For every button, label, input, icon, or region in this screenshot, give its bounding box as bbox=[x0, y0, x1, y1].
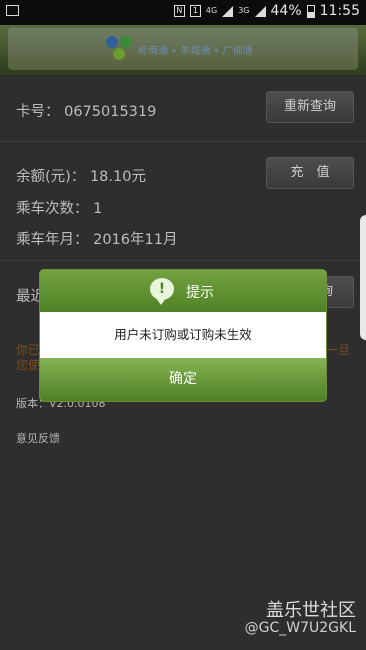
logo: 岭南通 • 羊城通 • 广佛通 bbox=[106, 34, 253, 64]
ok-button[interactable]: 确定 bbox=[40, 358, 326, 401]
feedback-link[interactable]: 意见反馈 bbox=[16, 430, 60, 446]
clock: 11:55 bbox=[319, 3, 360, 19]
signal-icon-2 bbox=[254, 5, 266, 17]
status-bar: N 1 4G 3G 44% 11:55 bbox=[0, 0, 366, 25]
rides-row: 乘车次数： 1 bbox=[16, 197, 102, 218]
app-header: 岭南通 • 羊城通 • 广佛通 bbox=[0, 25, 366, 75]
dialog-title: 提示 bbox=[186, 285, 214, 301]
network-4g-label: 4G bbox=[205, 6, 218, 15]
battery-icon bbox=[306, 4, 315, 18]
alert-dialog: ! 提示 用户未订购或订购未生效 确定 bbox=[40, 270, 326, 401]
rides-value: 1 bbox=[93, 201, 103, 217]
card-number-value: 0675015319 bbox=[64, 104, 157, 120]
month-value: 2016年11月 bbox=[93, 232, 178, 248]
rides-label: 乘车次数： bbox=[16, 201, 89, 217]
notice-text-2: 您使 bbox=[16, 358, 41, 372]
gallery-icon bbox=[6, 5, 19, 16]
balance-row: 余额(元)： 18.10元 bbox=[16, 165, 146, 186]
dialog-message: 用户未订购或订购未生效 bbox=[114, 327, 252, 342]
balance-value: 18.10元 bbox=[89, 169, 146, 185]
header-banner: 岭南通 • 羊城通 • 广佛通 bbox=[8, 28, 358, 70]
balance-label: 余额(元)： bbox=[16, 169, 86, 185]
nfc-icon: N bbox=[173, 5, 185, 17]
watermark-user: @GC_W7U2GKL bbox=[244, 620, 356, 636]
divider bbox=[0, 260, 366, 261]
requery-button[interactable]: 重新查询 bbox=[266, 91, 354, 123]
logo-text: 岭南通 • 羊城通 • 广佛通 bbox=[138, 45, 253, 57]
status-right: N 1 4G 3G 44% 11:55 bbox=[173, 3, 360, 19]
network-3g-label: 3G bbox=[238, 6, 250, 15]
notice-text-right: 一旦 bbox=[326, 343, 351, 357]
recharge-button[interactable]: 充 值 bbox=[266, 157, 354, 189]
signal-icon bbox=[222, 5, 234, 17]
watermark-site: 盖乐世社区 bbox=[266, 600, 356, 621]
notice-text-1: 你已 bbox=[16, 343, 41, 357]
card-number-row: 卡号： 0675015319 bbox=[16, 100, 156, 121]
month-label: 乘车年月： bbox=[16, 232, 89, 248]
dialog-title-bar: ! 提示 bbox=[40, 270, 326, 312]
card-number-label: 卡号： bbox=[16, 104, 60, 120]
logo-mark-icon bbox=[106, 34, 134, 64]
battery-percent: 44% bbox=[270, 3, 302, 19]
exclamation-bubble-icon: ! bbox=[150, 278, 174, 305]
sim-icon: 1 bbox=[189, 5, 201, 17]
month-row: 乘车年月： 2016年11月 bbox=[16, 228, 177, 249]
divider bbox=[0, 141, 366, 142]
edge-panel-handle[interactable] bbox=[360, 215, 366, 340]
